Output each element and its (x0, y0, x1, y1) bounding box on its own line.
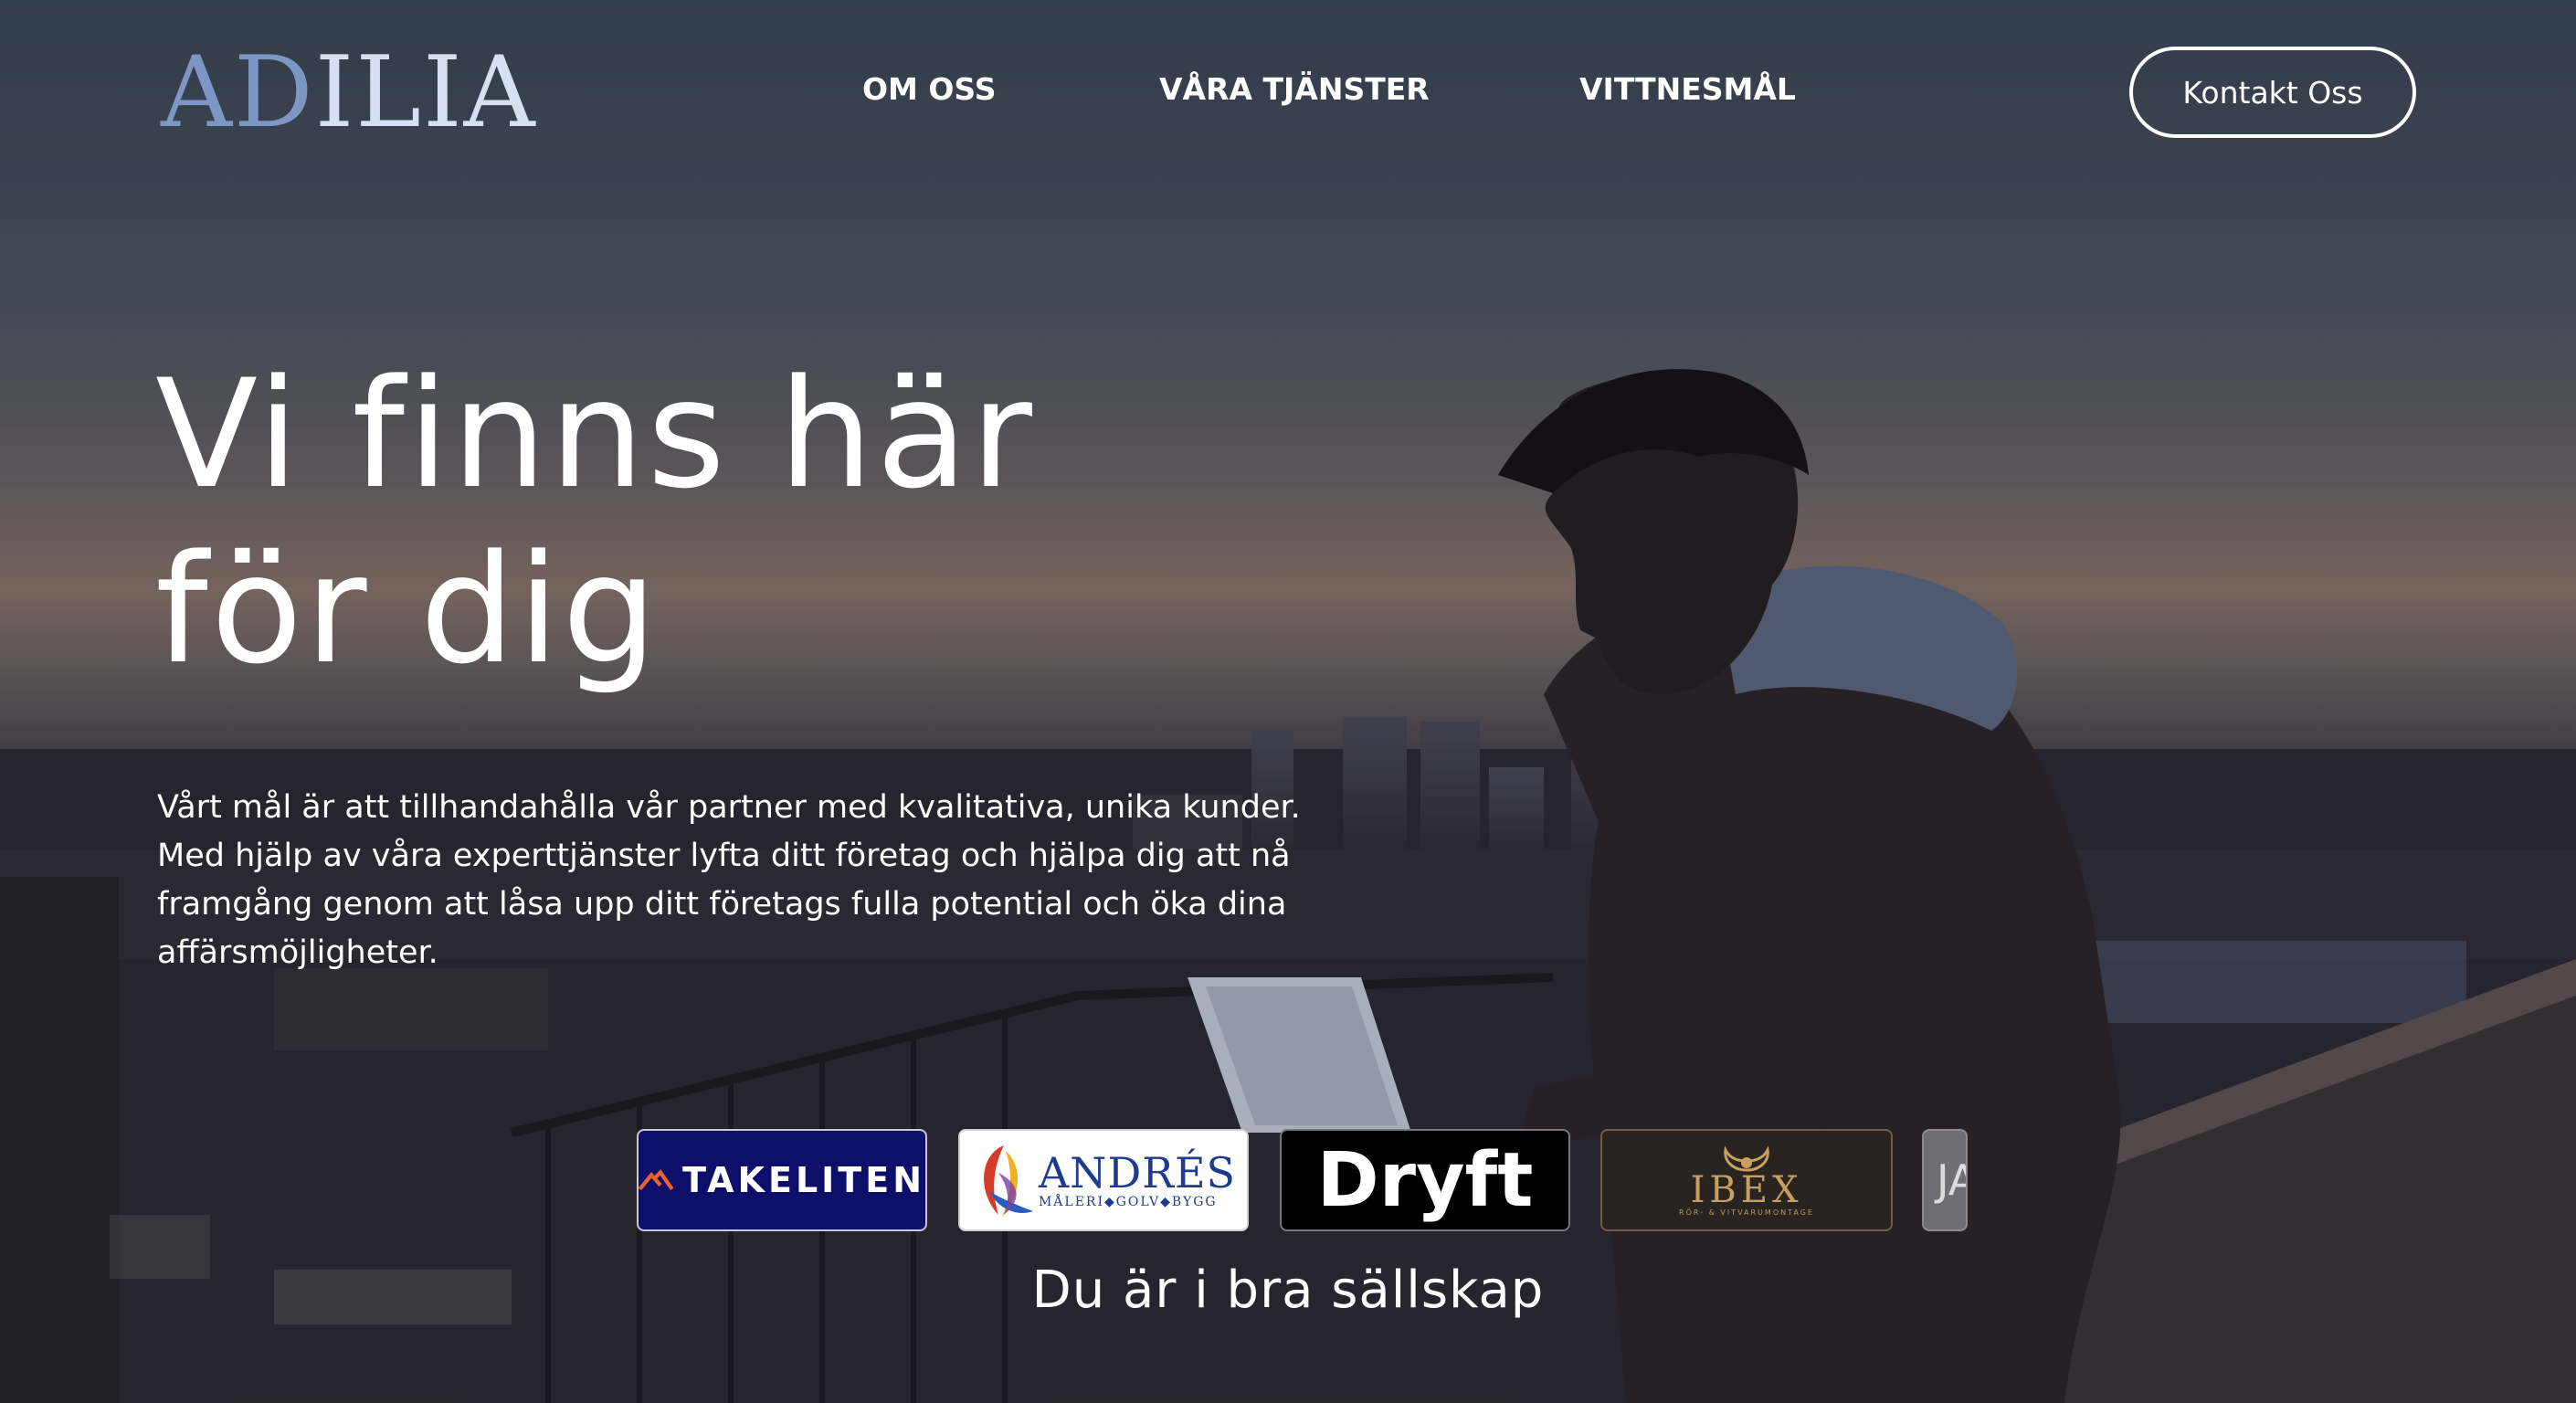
partner-logo-partial: JA (1922, 1129, 1968, 1231)
roof-icon (639, 1169, 674, 1191)
takeliten-text: TAKELITEN (682, 1160, 925, 1200)
headline-line-1: Vi finns här (155, 347, 1035, 522)
logo-part-2: ILIA (314, 36, 537, 150)
hero-intro-text: Vårt mål är att tillhandahålla vår partn… (157, 789, 1301, 971)
partner-logo-andres: ANDRÉS MÅLERI◆GOLV◆BYGG (958, 1129, 1249, 1231)
partners-tagline: Du är i bra sällskap (1031, 1261, 1545, 1320)
nav-link-vittnesmal[interactable]: VITTNESMÅL (1579, 71, 1796, 107)
partial-logo-text: JA (1937, 1155, 1966, 1205)
andres-text: ANDRÉS (1038, 1148, 1237, 1197)
nav-link-om-oss[interactable]: OM OSS (862, 71, 997, 107)
dryft-text: Dryft (1316, 1136, 1534, 1224)
partner-logo-takeliten: TAKELITEN (637, 1129, 927, 1231)
partner-logo-dryft: Dryft (1280, 1129, 1570, 1231)
adilia-logo[interactable]: ADILIA (161, 44, 537, 142)
hero-headline: Vi finns här för dig (155, 347, 1035, 698)
ibex-text: IBEX (1690, 1168, 1803, 1211)
contact-button[interactable]: Kontakt Oss (2129, 47, 2416, 138)
ibex-horns-icon (1724, 1145, 1769, 1172)
ibex-subtitle: RÖR- & VITVARUMONTAGE (1679, 1208, 1814, 1217)
andres-subtitle: MÅLERI◆GOLV◆BYGG (1038, 1195, 1218, 1209)
logo-part-1: AD (161, 36, 315, 150)
partner-logo-ibex: IBEX RÖR- & VITVARUMONTAGE (1600, 1129, 1893, 1231)
nav-link-vara-tjanster[interactable]: VÅRA TJÄNSTER (1159, 71, 1430, 107)
andres-text-block: ANDRÉS MÅLERI◆GOLV◆BYGG (1039, 1151, 1236, 1209)
leaf-icon (984, 1145, 1033, 1217)
headline-line-2: för dig (155, 522, 660, 697)
hero-section: ADILIA OM OSS VÅRA TJÄNSTER VITTNESMÅL K… (0, 0, 2576, 1403)
